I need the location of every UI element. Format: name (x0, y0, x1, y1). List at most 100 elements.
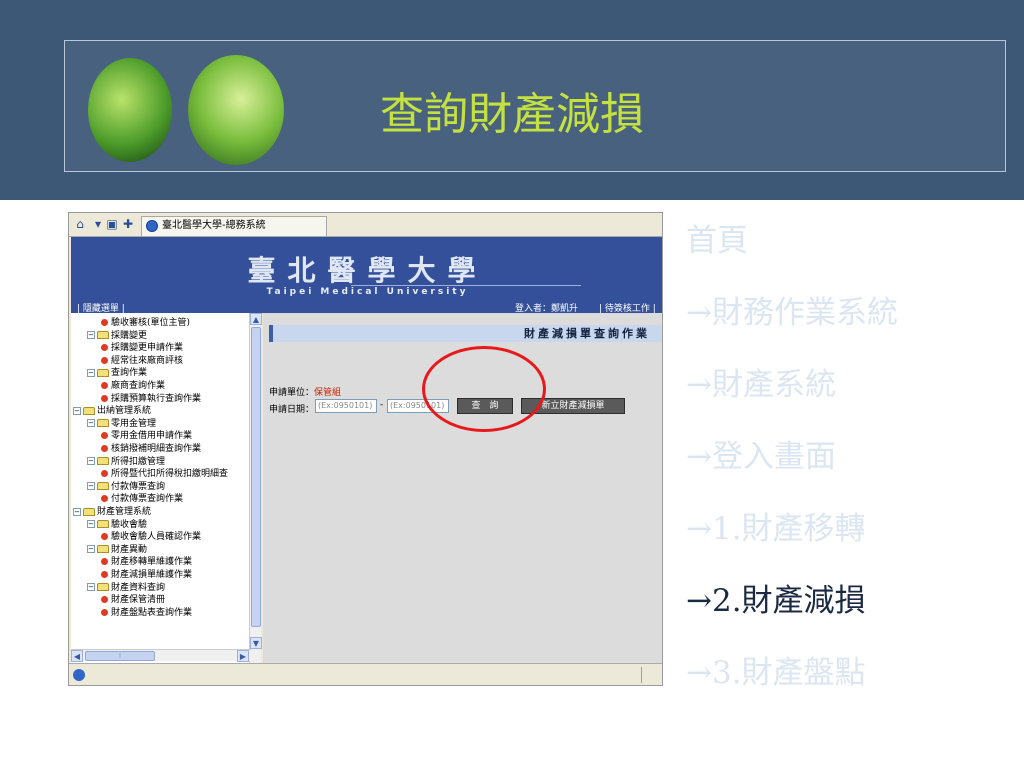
folder-icon (97, 368, 109, 377)
tree-label: 驗收會驗人員確認作業 (111, 532, 202, 543)
menu-horizontal-scrollbar[interactable]: ◀ ⁞ ▶ (71, 649, 251, 662)
status-divider (641, 667, 642, 683)
scroll-up-icon[interactable]: ▲ (250, 313, 262, 325)
item-bullet-icon (101, 319, 108, 326)
tree-label: 所得暨代扣所得稅扣繳明細查 (111, 469, 229, 480)
item-bullet-icon (101, 470, 108, 478)
unit-row: 申請單位：保管組 (269, 385, 341, 398)
nav-item-home[interactable]: 首頁 (686, 215, 1006, 287)
tree-folder[interactable]: − 查詢作業 (87, 367, 147, 379)
collapse-icon[interactable]: − (87, 331, 95, 340)
item-bullet-icon (101, 344, 108, 352)
collapse-icon[interactable]: − (87, 457, 95, 466)
collapse-icon[interactable]: − (87, 482, 95, 491)
item-bullet-icon (101, 445, 108, 452)
feeds-icon[interactable]: ▾ (91, 217, 105, 231)
tree-item[interactable]: 驗收審核(單位主管) (101, 317, 190, 329)
collapse-icon[interactable]: − (87, 583, 95, 592)
folder-icon (97, 419, 109, 428)
tree-folder[interactable]: − 驗收會驗 (87, 519, 147, 531)
tree-item[interactable]: 採購預算執行查詢作業 (101, 393, 201, 405)
collapse-icon[interactable]: − (87, 419, 95, 428)
folder-icon (97, 482, 109, 491)
tree-folder[interactable]: − 出納管理系統 (73, 405, 151, 417)
tree-label: 財產異動 (111, 544, 148, 555)
nav-item-property-system[interactable]: →財產系統 (686, 359, 1006, 431)
item-bullet-icon (101, 356, 108, 364)
item-bullet-icon (101, 533, 108, 541)
collapse-icon[interactable]: − (87, 368, 95, 377)
item-bullet-icon (101, 571, 108, 578)
tree-folder[interactable]: − 所得扣繳管理 (87, 456, 165, 468)
tree-label: 財產移轉單維護作業 (111, 557, 193, 568)
tree-item[interactable]: 零用金借用申請作業 (101, 430, 192, 442)
nav-item-login[interactable]: →登入畫面 (686, 431, 1006, 503)
scroll-right-icon[interactable]: ▶ (237, 650, 249, 662)
university-english-name: Taipei Medical University (266, 287, 469, 297)
tree-label: 驗收審核(單位主管) (111, 318, 191, 328)
tree-item[interactable]: 財產減損單維護作業 (101, 569, 192, 581)
page-heading: 財產減損單查詢作業 (269, 325, 662, 342)
nav-item-finance-system[interactable]: →財務作業系統 (686, 287, 1006, 359)
item-bullet-icon (101, 558, 108, 566)
tree-folder[interactable]: − 零用金管理 (87, 418, 156, 430)
tree-folder[interactable]: − 財產異動 (87, 544, 147, 556)
collapse-icon[interactable]: − (73, 406, 81, 415)
item-bullet-icon (101, 394, 108, 402)
browser-tab-bar: ⌂ ▾ ▣ ✚ 臺北醫學大學-總務系統 (69, 213, 662, 237)
browser-tab[interactable]: 臺北醫學大學-總務系統 (141, 216, 327, 236)
tree-label: 所得扣繳管理 (111, 456, 166, 467)
tree-item[interactable]: 財產移轉單維護作業 (101, 556, 192, 568)
tree-item[interactable]: 廠商查詢作業 (101, 380, 165, 392)
collapse-icon[interactable]: − (73, 507, 81, 516)
scrollbar-thumb[interactable] (251, 327, 261, 627)
tree-item[interactable]: 財產盤點表查詢作業 (101, 607, 192, 619)
tree-label: 零用金借用申請作業 (111, 431, 193, 442)
collapse-icon[interactable]: − (87, 520, 95, 529)
add-favorite-icon[interactable]: ✚ (121, 217, 135, 231)
site-header: 臺北醫學大學 Taipei Medical University | 隱藏選單 … (71, 237, 662, 314)
tree-label: 財產管理系統 (97, 507, 152, 517)
tree-item[interactable]: 財產保管清冊 (101, 594, 165, 606)
folder-icon (97, 331, 109, 340)
nav-item-property-transfer[interactable]: →1.財產移轉 (686, 503, 1006, 575)
unit-value: 保管組 (314, 388, 342, 398)
date-from-input[interactable]: (Ex:0950101) (315, 399, 377, 413)
folder-icon (97, 520, 109, 529)
tree-item[interactable]: 付款傳票查詢作業 (101, 493, 183, 505)
item-bullet-icon (101, 432, 108, 440)
item-bullet-icon (101, 608, 108, 616)
date-separator: - (380, 400, 384, 410)
leaf-decoration-icon (88, 58, 172, 162)
tree-item[interactable]: 採購變更申請作業 (101, 342, 183, 354)
tree-label: 零用金管理 (111, 418, 157, 429)
home-icon[interactable]: ⌂ (73, 217, 87, 231)
scrollbar-thumb[interactable]: ⁞ (85, 651, 155, 661)
tree-label: 財產保管清冊 (111, 595, 166, 606)
university-name: 臺北醫學大學 (247, 254, 488, 287)
tree-item[interactable]: 所得暨代扣所得稅扣繳明細查 (101, 468, 228, 480)
nav-item-property-inventory[interactable]: →3.財產盤點 (686, 647, 1006, 719)
tree-folder[interactable]: − 財產管理系統 (73, 506, 151, 518)
tree-folder[interactable]: − 採購變更 (87, 330, 147, 342)
scroll-down-icon[interactable]: ▼ (250, 637, 262, 649)
tree-label: 付款傳票查詢作業 (111, 494, 184, 505)
rss-icon[interactable]: ▣ (105, 217, 119, 231)
tree-label: 採購變更申請作業 (111, 343, 184, 354)
scroll-left-icon[interactable]: ◀ (71, 650, 83, 662)
tree-folder[interactable]: − 付款傳票查詢 (87, 481, 165, 493)
tree-label: 採購預算執行查詢作業 (111, 393, 202, 404)
tree-item[interactable]: 經常往來廠商評核 (101, 355, 183, 367)
item-bullet-icon (101, 382, 108, 389)
ie-page-icon (146, 220, 158, 232)
nav-item-property-reduction[interactable]: →2.財產減損 (686, 575, 1006, 647)
collapse-icon[interactable]: − (87, 545, 95, 554)
tree-item[interactable]: 驗收會驗人員確認作業 (101, 531, 201, 543)
item-bullet-icon (101, 495, 108, 503)
menu-vertical-scrollbar[interactable]: ▲ ▼ (249, 313, 262, 663)
ie-status-icon (73, 669, 85, 681)
tree-label: 驗收會驗 (111, 519, 148, 530)
tree-folder[interactable]: − 財產資料查詢 (87, 582, 165, 594)
breadcrumb-nav: 首頁 →財務作業系統 →財產系統 →登入畫面 →1.財產移轉 →2.財產減損 →… (686, 215, 1006, 719)
tree-item[interactable]: 核銷撥補明細查詢作業 (101, 443, 201, 455)
